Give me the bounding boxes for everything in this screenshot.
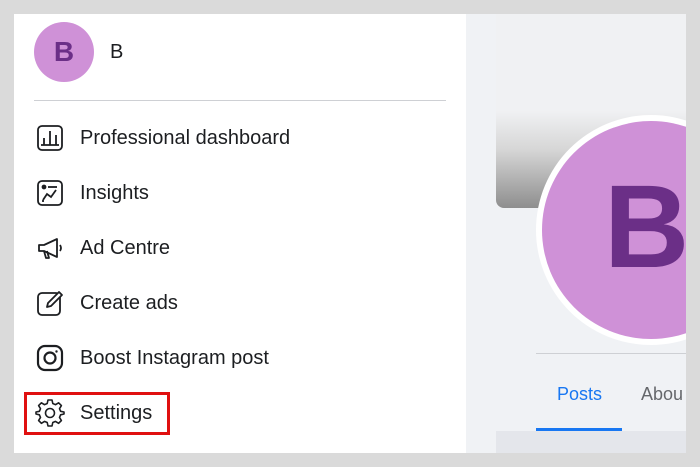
- menu-item-label: Boost Instagram post: [80, 346, 269, 369]
- menu-item-label: Professional dashboard: [80, 126, 291, 149]
- menu-item-label: Insights: [80, 181, 149, 204]
- menu-item-create-ads[interactable]: Create ads: [34, 281, 446, 325]
- screenshot-frame: B B Professional dashboard Insights Ad C…: [14, 14, 686, 453]
- divider: [34, 100, 446, 101]
- dashboard-icon: [34, 122, 66, 154]
- menu-item-insights[interactable]: Insights: [34, 171, 446, 215]
- profile-picture-letter: B: [604, 161, 686, 293]
- highlight-box: [24, 392, 170, 435]
- insights-icon: [34, 177, 66, 209]
- menu-item-label: Create ads: [80, 291, 178, 314]
- menu-item-ad-centre[interactable]: Ad Centre: [34, 226, 446, 270]
- megaphone-icon: [34, 232, 66, 264]
- profile-name: B: [110, 40, 124, 63]
- menu-item-label: Ad Centre: [80, 236, 171, 259]
- content-strip: [496, 431, 686, 453]
- menu-item-boost-instagram-post[interactable]: Boost Instagram post: [34, 336, 446, 380]
- instagram-icon: [34, 342, 66, 374]
- tab-about[interactable]: Abou: [641, 384, 683, 405]
- profile-switcher[interactable]: B B: [34, 20, 123, 84]
- avatar: B: [34, 22, 94, 82]
- menu-item-professional-dashboard[interactable]: Professional dashboard: [34, 116, 446, 160]
- tabs-divider: [536, 353, 686, 354]
- page-menu-panel: B B Professional dashboard Insights Ad C…: [14, 14, 466, 453]
- pencil-icon: [34, 287, 66, 319]
- tab-posts[interactable]: Posts: [557, 384, 602, 405]
